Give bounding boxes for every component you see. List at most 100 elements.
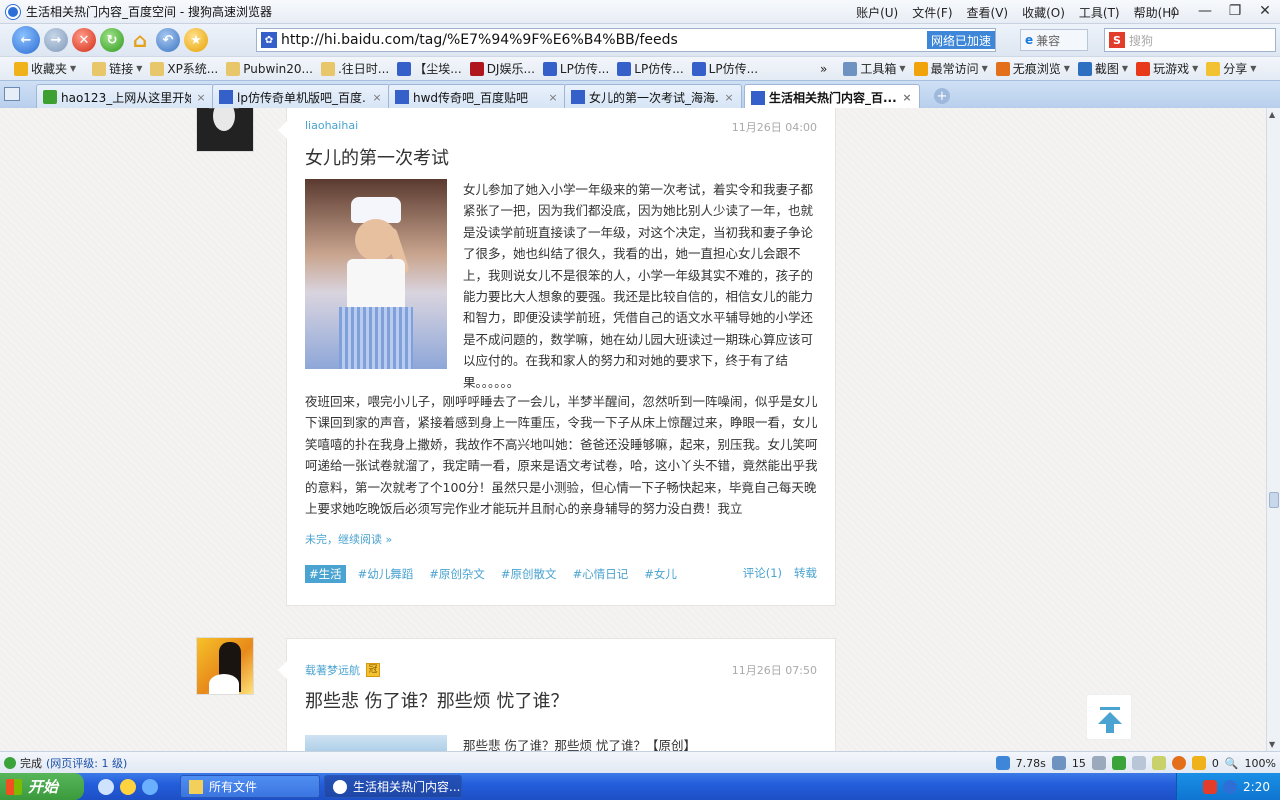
post-author[interactable]: liaohaihai <box>305 119 358 132</box>
tab-life-topics[interactable]: 生活相关热门内容_百... × <box>744 84 920 110</box>
repost-link[interactable]: 转载 <box>794 565 817 581</box>
bookmark-xp[interactable]: XP系统... <box>146 57 222 81</box>
browser-quick-icon[interactable] <box>142 778 158 795</box>
bookmark-lp-2[interactable]: LP仿传... <box>613 57 687 81</box>
avatar-zaizhumeng[interactable] <box>196 637 254 695</box>
taskbar-all-files[interactable]: 所有文件 <box>180 775 320 798</box>
share-menu[interactable]: 分享 ▼ <box>1202 57 1260 81</box>
close-icon[interactable]: × <box>723 91 735 104</box>
network-accel-badge[interactable]: 网络已加速 <box>926 31 995 49</box>
forward-button[interactable]: → <box>44 28 68 52</box>
skin-icon[interactable]: ⌂ <box>1160 0 1190 22</box>
favorite-star-button[interactable]: ★ <box>184 28 208 52</box>
new-tab-button[interactable]: + <box>934 88 950 104</box>
bookmark-pubwin[interactable]: Pubwin20... <box>222 57 317 81</box>
tab-lp-bar[interactable]: lp仿传奇单机版吧_百度... × <box>212 84 390 109</box>
bookmark-lp-1[interactable]: LP仿传... <box>539 57 613 81</box>
menu-file[interactable]: 文件(F) <box>912 4 952 21</box>
address-url[interactable]: http://hi.baidu.com/tag/%E7%94%9F%E6%B4%… <box>281 32 678 48</box>
zoom-icon[interactable]: 🔍 <box>1225 757 1239 770</box>
start-button[interactable]: 开始 <box>0 773 84 800</box>
post-title[interactable]: 那些悲 伤了谁？那些烦 忧了谁？ <box>305 687 568 713</box>
tag-original-essay[interactable]: #原创杂文 <box>429 566 485 582</box>
page-rating-link[interactable]: (网页评级: 1 级) <box>46 755 127 771</box>
post-paragraph-full: 夜班回来，喂完小儿子，刚呼呼睡去了一会儿，半梦半醒间，忽然听到一阵噪闹，似乎是女… <box>305 394 818 517</box>
tag-kids-dance[interactable]: #幼儿舞蹈 <box>358 566 414 582</box>
qq-quick-icon[interactable] <box>120 778 136 795</box>
read-more-link[interactable]: 未完，继续阅读 » <box>305 531 392 547</box>
back-button[interactable]: ← <box>12 26 40 54</box>
scroll-up-icon[interactable]: ▲ <box>1269 110 1275 119</box>
windows-taskbar: 开始 所有文件 生活相关热门内容... 2:20 <box>0 773 1280 800</box>
post-author[interactable]: 载著梦远航 冠 <box>305 662 380 678</box>
most-visited-menu[interactable]: 最常访问 ▼ <box>910 57 992 81</box>
home-button[interactable]: ⌂ <box>128 28 152 52</box>
tab-daughter-exam[interactable]: 女儿的第一次考试_海海... × <box>564 84 742 109</box>
bookmark-dust[interactable]: 【尘埃... <box>393 57 465 81</box>
scroll-down-icon[interactable]: ▼ <box>1269 740 1275 749</box>
toolbox-menu[interactable]: 工具箱 ▼ <box>839 57 909 81</box>
avatar-liaohaihai[interactable] <box>196 108 254 152</box>
close-icon[interactable]: × <box>547 91 559 104</box>
bookmark-past-days[interactable]: .往日时... <box>317 57 393 81</box>
comment-link[interactable]: 评论(1) <box>743 565 782 581</box>
sidebar-toggle-icon[interactable] <box>4 87 20 101</box>
menu-account[interactable]: 账户(U) <box>856 4 898 21</box>
hao123-icon <box>43 90 57 104</box>
close-button[interactable]: ✕ <box>1250 0 1280 22</box>
refresh-button[interactable]: ↻ <box>100 28 124 52</box>
post-photo[interactable] <box>305 179 447 369</box>
taskbar-browser-window[interactable]: 生活相关热门内容... <box>324 775 462 798</box>
search-box[interactable]: S 搜狗 <box>1104 28 1276 52</box>
games-menu[interactable]: 玩游戏 ▼ <box>1132 57 1202 81</box>
download-count-icon[interactable] <box>1051 756 1066 770</box>
stop-button[interactable]: ✕ <box>72 28 96 52</box>
overflow-chevron[interactable]: » <box>816 57 831 81</box>
vertical-scrollbar[interactable]: ▲ ▼ <box>1266 108 1280 751</box>
status-bar: 完成 (网页评级: 1 级) 7.78s 15 0 🔍 100% <box>0 751 1280 773</box>
minimize-button[interactable]: — <box>1190 0 1220 22</box>
private-browsing-menu[interactable]: 无痕浏览 ▼ <box>992 57 1074 81</box>
download-arrow-icon[interactable] <box>1111 756 1126 770</box>
tab-label: 生活相关热门内容_百... <box>769 91 897 105</box>
close-icon[interactable]: × <box>901 91 913 104</box>
tab-bar: hao123_上网从这里开始 × lp仿传奇单机版吧_百度... × hwd传奇… <box>0 80 1280 110</box>
screenshot-menu[interactable]: 截图 ▼ <box>1074 57 1132 81</box>
window-icon[interactable] <box>1151 756 1166 770</box>
close-icon[interactable]: × <box>371 91 383 104</box>
compat-mode-button[interactable]: e 兼容 <box>1020 29 1088 51</box>
tab-hao123[interactable]: hao123_上网从这里开始 × <box>36 84 214 109</box>
close-icon[interactable]: × <box>195 91 207 104</box>
adblock-icon[interactable] <box>1091 756 1106 770</box>
menu-favorites[interactable]: 收藏(O) <box>1022 4 1065 21</box>
back-to-top-button[interactable] <box>1086 694 1132 740</box>
undo-close-button[interactable]: ↶ <box>156 28 180 52</box>
address-bar[interactable]: ✿ http://hi.baidu.com/tag/%E7%94%9F%E6%B… <box>256 28 996 52</box>
restore-button[interactable]: ❐ <box>1220 0 1250 22</box>
network-icon[interactable] <box>1223 779 1238 794</box>
scrollbar-thumb[interactable] <box>1269 492 1279 508</box>
ie-quick-icon[interactable] <box>98 778 114 795</box>
tag-daughter[interactable]: #女儿 <box>644 566 677 582</box>
status-text: 完成 <box>20 756 42 770</box>
bookmark-lp-3[interactable]: LP仿传... <box>688 57 762 81</box>
shield-icon[interactable] <box>1191 756 1206 770</box>
tag-mood-diary[interactable]: #心情日记 <box>573 566 629 582</box>
bookmark-favorites[interactable]: 收藏夹 ▼ <box>10 57 80 81</box>
menu-view[interactable]: 查看(V) <box>967 4 1009 21</box>
volume-icon[interactable] <box>1131 756 1146 770</box>
post-title[interactable]: 女儿的第一次考试 <box>305 144 449 170</box>
zoom-level[interactable]: 100% <box>1245 757 1276 770</box>
post-time: 11月26日 07:50 <box>731 664 817 677</box>
post-photo[interactable] <box>305 735 447 751</box>
trace-icon[interactable] <box>1171 756 1186 770</box>
tab-hwd-bar[interactable]: hwd传奇吧_百度贴吧 × <box>388 84 566 109</box>
sogou-input-icon[interactable] <box>1203 779 1218 794</box>
bookmark-links[interactable]: 链接 ▼ <box>88 57 146 81</box>
tag-original-prose[interactable]: #原创散文 <box>501 566 557 582</box>
menu-tools[interactable]: 工具(T) <box>1079 4 1120 21</box>
post-excerpt: 那些悲 伤了谁？那些烦 忧了谁？【原创】 <box>463 738 696 751</box>
tag-life[interactable]: #生活 <box>305 565 346 583</box>
tab-label: hao123_上网从这里开始 <box>61 90 191 105</box>
bookmark-dj[interactable]: DJ娱乐... <box>466 57 539 81</box>
